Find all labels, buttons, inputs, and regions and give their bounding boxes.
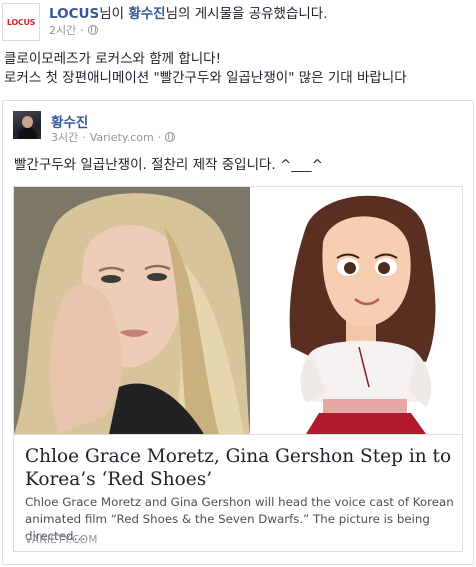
- animated-character-image[interactable]: [251, 187, 462, 434]
- shared-post-message: 빨간구두와 일곱난쟁이. 절찬리 제작 중입니다. ^___^: [14, 157, 323, 173]
- shared-original-post: 황수진 3시간 · Variety.com · 빨간구두와 일곱난쟁이. 절찬리…: [2, 100, 474, 565]
- locus-logo: LOCUS: [6, 17, 36, 27]
- separator-dot: ·: [80, 23, 84, 37]
- person-name-link[interactable]: 황수진: [128, 6, 165, 22]
- link-domain: VARIETY.COM: [25, 534, 98, 546]
- shared-post-card: LOCUS LOCUS님이 황수진님의 게시물을 공유했습니다. 2시간 · 클…: [0, 0, 476, 567]
- post-message: 클로이모레즈가 로커스와 함께 합니다! 로커스 첫 장편애니메이션 "빨간구두…: [4, 50, 474, 88]
- post-header: LOCUS LOCUS님이 황수진님의 게시물을 공유했습니다. 2시간 ·: [0, 0, 476, 44]
- post-title-line: LOCUS님이 황수진님의 게시물을 공유했습니다.: [49, 2, 328, 22]
- post-message-line2: 로커스 첫 장편애니메이션 "빨간구두와 일곱난쟁이" 많은 기대 바랍니다: [4, 70, 407, 86]
- globe-icon[interactable]: [87, 25, 98, 35]
- page-avatar[interactable]: LOCUS: [2, 3, 40, 41]
- actress-photo[interactable]: [14, 187, 250, 434]
- shared-post-source[interactable]: Variety.com: [90, 131, 154, 144]
- author-name[interactable]: 황수진: [51, 111, 88, 131]
- post-timestamp[interactable]: 2시간: [49, 22, 76, 38]
- link-preview[interactable]: Chloe Grace Moretz, Gina Gershon Step in…: [13, 186, 463, 552]
- link-title[interactable]: Chloe Grace Moretz, Gina Gershon Step in…: [25, 445, 455, 491]
- separator-dot: ·: [82, 130, 86, 144]
- shared-post-meta: 3시간 · Variety.com ·: [51, 129, 176, 145]
- page-name-link[interactable]: LOCUS: [49, 6, 99, 22]
- separator-dot: ·: [157, 130, 162, 144]
- globe-icon[interactable]: [165, 132, 176, 142]
- post-meta: 2시간 ·: [49, 22, 98, 38]
- author-avatar[interactable]: [13, 111, 41, 139]
- post-message-line1: 클로이모레즈가 로커스와 함께 합니다!: [4, 51, 222, 67]
- title-text-part2: 님의 게시물을 공유했습니다.: [165, 6, 328, 22]
- shared-post-timestamp[interactable]: 3시간: [51, 129, 78, 145]
- title-text-part1: 님이: [99, 6, 129, 22]
- link-preview-body[interactable]: Chloe Grace Moretz, Gina Gershon Step in…: [14, 434, 462, 551]
